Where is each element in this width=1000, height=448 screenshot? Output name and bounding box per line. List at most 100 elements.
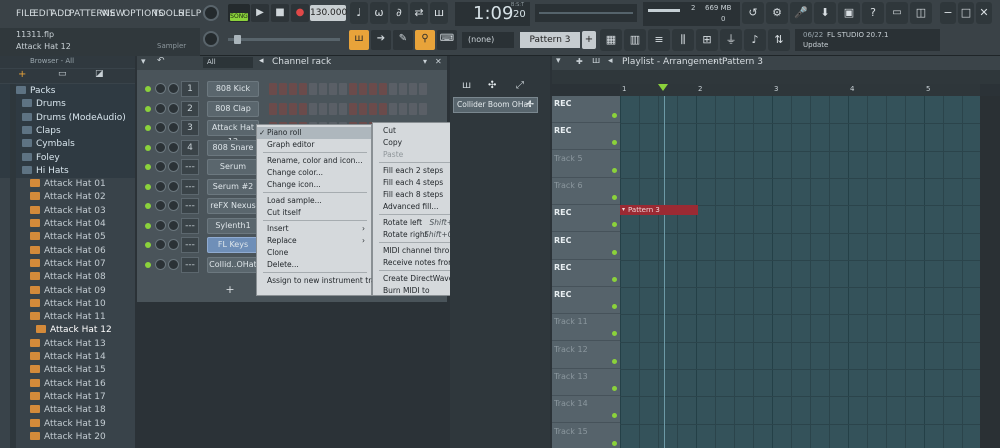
channel-pan-knob[interactable] bbox=[155, 141, 166, 153]
channel-volume-knob[interactable] bbox=[168, 122, 179, 133]
browser-view-icon[interactable]: ◪ bbox=[95, 69, 104, 79]
browser-file[interactable]: Attack Hat 05 bbox=[0, 230, 135, 244]
rack-filter-select[interactable]: All bbox=[203, 57, 253, 68]
strip-item[interactable]: Collider Boom OHat ✢ bbox=[453, 97, 538, 113]
step-button[interactable] bbox=[329, 102, 337, 115]
channel-pan-knob[interactable] bbox=[155, 239, 166, 250]
context-menu-item[interactable]: Delete... bbox=[257, 259, 371, 271]
channel-name-button[interactable]: Attack Hat 12 bbox=[207, 120, 259, 146]
arrow-icon[interactable]: ➔ bbox=[371, 30, 391, 50]
browser-file[interactable]: Attack Hat 13 bbox=[0, 337, 135, 351]
channel-name-button[interactable]: 808 Snare bbox=[207, 139, 259, 156]
step-button[interactable] bbox=[289, 83, 297, 95]
track-mute-led[interactable] bbox=[612, 358, 617, 364]
track-mute-led[interactable] bbox=[612, 167, 617, 173]
browser-icon[interactable]: ⇅ bbox=[768, 29, 790, 51]
context-menu-item[interactable]: Load sample... bbox=[257, 195, 371, 207]
rack-close-icon[interactable]: ✕ bbox=[435, 57, 442, 66]
browser-file[interactable]: Attack Hat 12 bbox=[0, 323, 135, 337]
tempo-display[interactable]: 130.000 bbox=[310, 5, 347, 21]
help-icon[interactable]: ? bbox=[862, 2, 884, 24]
step-button[interactable] bbox=[299, 83, 307, 95]
pattern-clip[interactable]: ▾ Pattern 3 bbox=[620, 205, 698, 215]
playlist-options-icon[interactable]: ▾ bbox=[556, 56, 561, 66]
context-menu-item[interactable]: Assign to new instrument track bbox=[257, 275, 384, 287]
channel-name-button[interactable]: Serum #2 bbox=[207, 178, 259, 195]
browser-file[interactable]: Attack Hat 04 bbox=[0, 217, 135, 231]
context-menu-item[interactable]: Graph editor bbox=[257, 139, 371, 151]
channel-pan-knob[interactable] bbox=[155, 219, 166, 231]
channel-mixer-track[interactable]: 3 bbox=[181, 120, 199, 136]
strip-link-icon[interactable]: ⤢ bbox=[516, 80, 524, 91]
context-menu-item[interactable]: Change color... bbox=[257, 167, 371, 179]
channel-pan-knob[interactable] bbox=[155, 200, 166, 211]
rack-menu-icon[interactable]: ▾ bbox=[423, 57, 427, 66]
browser-file[interactable]: Attack Hat 16 bbox=[0, 377, 135, 391]
browser-folder[interactable]: Packs bbox=[0, 84, 135, 98]
browser-file[interactable]: Attack Hat 09 bbox=[0, 284, 135, 298]
channel-mixer-track[interactable]: --- bbox=[181, 198, 199, 214]
rack-undo-icon[interactable]: ↶ bbox=[157, 56, 165, 66]
step-button[interactable] bbox=[339, 83, 347, 95]
browser-file[interactable]: Attack Hat 17 bbox=[0, 390, 135, 404]
track-mute-led[interactable] bbox=[612, 413, 617, 419]
channel-name-button[interactable]: Sylenth1 bbox=[207, 217, 259, 234]
track-mute-led[interactable] bbox=[612, 222, 617, 228]
step-button[interactable] bbox=[349, 102, 357, 115]
channel-mixer-track[interactable]: --- bbox=[181, 159, 199, 175]
channel-name-button[interactable]: reFX Nexus bbox=[207, 198, 259, 214]
channel-name-button[interactable]: 808 Clap bbox=[207, 100, 259, 117]
strip-node-icon[interactable]: ✣ bbox=[488, 80, 496, 91]
channel-name-button[interactable]: FL Keys bbox=[207, 237, 259, 253]
browser-file[interactable]: Attack Hat 14 bbox=[0, 350, 135, 364]
track-header[interactable]: Track 15 bbox=[552, 424, 620, 448]
channel-mute-led[interactable] bbox=[145, 222, 151, 229]
step-button[interactable] bbox=[409, 83, 417, 95]
step-button[interactable] bbox=[399, 102, 407, 115]
channel-name-button[interactable]: Serum bbox=[207, 159, 259, 175]
browser-file[interactable]: Attack Hat 03 bbox=[0, 204, 135, 218]
context-menu-item[interactable]: Replace › bbox=[257, 235, 371, 247]
track-mute-led[interactable] bbox=[612, 194, 617, 200]
track-header[interactable]: Track 6 bbox=[552, 178, 620, 205]
master-volume-knob[interactable] bbox=[203, 5, 219, 21]
info-icon[interactable]: ◫ bbox=[910, 2, 932, 24]
step-button[interactable] bbox=[309, 83, 317, 95]
playlist-grid[interactable] bbox=[620, 96, 982, 448]
browser-file[interactable]: Attack Hat 18 bbox=[0, 403, 135, 417]
step-button[interactable] bbox=[399, 83, 407, 95]
add-pattern-button[interactable]: + bbox=[582, 31, 596, 49]
arrangement-selector[interactable]: (none) bbox=[462, 32, 514, 48]
channel-name-button[interactable]: Collid..OHat bbox=[207, 256, 259, 273]
time-panel[interactable]: 1:09 20 B:S:T bbox=[455, 2, 530, 26]
step-button[interactable] bbox=[409, 102, 417, 115]
track-header[interactable]: REC bbox=[552, 123, 620, 151]
channel-volume-knob[interactable] bbox=[168, 102, 179, 114]
context-menu-item[interactable]: Clone bbox=[257, 247, 371, 259]
microphone-icon[interactable]: 🎤 bbox=[790, 2, 812, 24]
track-header[interactable]: REC bbox=[552, 96, 620, 123]
loop-record-icon[interactable]: ⇄ bbox=[410, 2, 428, 24]
piano-roll-icon[interactable]: ▥ bbox=[624, 29, 646, 51]
browser-folder[interactable]: Drums bbox=[0, 97, 135, 112]
step-button[interactable] bbox=[369, 83, 377, 95]
window-close-icon[interactable]: ✕ bbox=[976, 2, 992, 24]
playlist-back-icon[interactable]: ◂ bbox=[608, 56, 613, 66]
step-sequencer[interactable] bbox=[269, 83, 439, 95]
step-button[interactable] bbox=[319, 102, 327, 115]
menu-view[interactable]: VIEW bbox=[101, 9, 125, 19]
channel-mixer-track[interactable]: --- bbox=[181, 256, 199, 273]
channel-row[interactable]: 2 808 Clap bbox=[141, 100, 441, 118]
step-button[interactable] bbox=[379, 102, 387, 115]
step-button[interactable] bbox=[359, 102, 367, 115]
channel-mute-led[interactable] bbox=[145, 203, 151, 209]
browser-scrollbar[interactable] bbox=[10, 84, 16, 448]
rack-options-icon[interactable]: ▾ bbox=[141, 57, 146, 67]
channel-rack-icon[interactable]: ≡ bbox=[648, 29, 670, 51]
strip-piano-icon[interactable]: ш bbox=[462, 80, 471, 91]
channel-volume-knob[interactable] bbox=[168, 161, 179, 172]
track-header[interactable]: Track 5 bbox=[552, 151, 620, 178]
metronome-icon[interactable]: ♩ bbox=[350, 2, 368, 24]
step-button[interactable] bbox=[299, 102, 307, 115]
undo-icon[interactable]: ↺ bbox=[742, 2, 764, 24]
